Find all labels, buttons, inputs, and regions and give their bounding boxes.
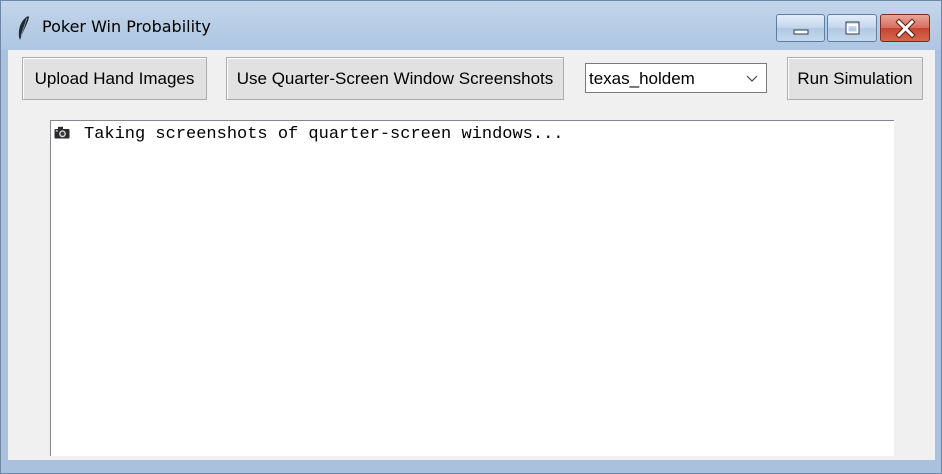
chevron-down-icon [746,75,758,82]
maximize-icon [845,21,860,35]
minimize-button[interactable] [776,14,825,42]
output-log[interactable]: Taking screenshots of quarter-screen win… [50,120,894,456]
game-type-select[interactable]: texas_holdem [585,63,767,93]
close-icon [895,18,916,39]
upload-hand-images-button[interactable]: Upload Hand Images [22,57,207,100]
app-window: Poker Win Probability Upload Hand Images… [0,0,942,474]
log-line-text: Taking screenshots of quarter-screen win… [84,125,564,144]
feather-icon [18,16,29,40]
camera-icon [54,126,70,139]
window-title: Poker Win Probability [42,17,211,36]
quarter-screen-screenshots-button[interactable]: Use Quarter-Screen Window Screenshots [226,57,564,100]
title-bar[interactable]: Poker Win Probability [1,1,941,50]
close-button[interactable] [880,14,930,42]
game-type-value: texas_holdem [589,69,695,88]
log-line: Taking screenshots of quarter-screen win… [54,125,563,144]
minimize-icon [793,29,809,35]
maximize-button[interactable] [827,14,877,42]
run-simulation-button[interactable]: Run Simulation [787,57,923,100]
